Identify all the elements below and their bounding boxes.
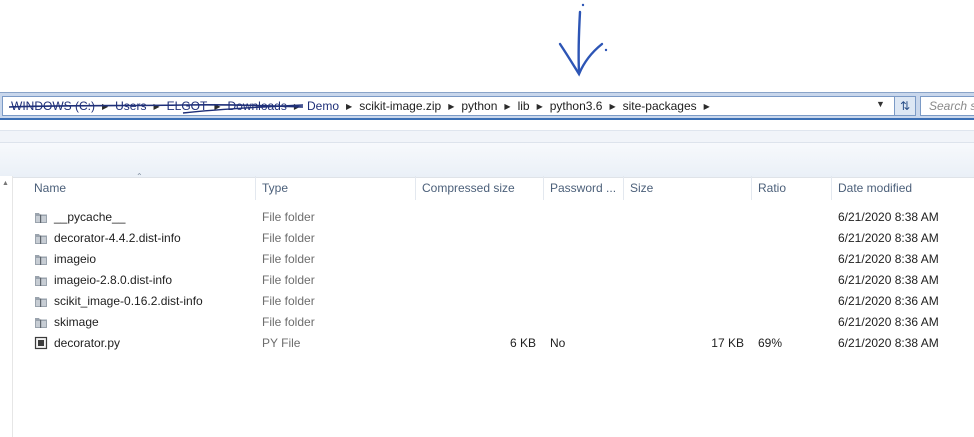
file-date-modified: 6/21/2020 8:38 AM (838, 336, 939, 350)
file-ratio: 69% (758, 336, 783, 350)
file-size (628, 228, 744, 249)
file-row[interactable]: decorator-4.4.2.dist-info File folder 6/… (14, 228, 974, 249)
search-input[interactable]: Search s (920, 96, 974, 116)
file-list: ▲ Name ⌃ Type Compressed size Password .… (0, 172, 974, 437)
file-name: skimage (54, 315, 99, 329)
file-row[interactable]: imageio File folder 6/21/2020 8:38 AM (14, 249, 974, 270)
file-type: File folder (262, 231, 315, 245)
folder-icon (35, 213, 47, 223)
file-date-modified: 6/21/2020 8:38 AM (838, 210, 939, 224)
breadcrumb-separator-icon[interactable]: ▶ (214, 102, 220, 111)
file-date-modified: 6/21/2020 8:36 AM (838, 294, 939, 308)
file-name: scikit_image-0.16.2.dist-info (54, 294, 203, 308)
file-type: PY File (262, 336, 301, 350)
file-name: imageio (54, 252, 97, 266)
column-header-row: Name ⌃ Type Compressed size Password ...… (14, 172, 974, 200)
breadcrumb-drive[interactable]: WINDOWS (C:) (11, 99, 95, 113)
breadcrumb-separator-icon[interactable]: ▶ (609, 102, 615, 111)
breadcrumb-separator-icon[interactable]: ▶ (346, 102, 352, 111)
file-size (628, 207, 744, 228)
file-date-modified: 6/21/2020 8:36 AM (838, 315, 939, 329)
column-header-compressed-size[interactable]: Compressed size (416, 176, 544, 200)
navigation-pane-edge: ▲ (0, 176, 13, 437)
breadcrumb-separator-icon[interactable]: ▶ (153, 102, 159, 111)
file-size (628, 291, 744, 312)
file-compressed-size: 6 KB (509, 336, 536, 350)
file-size: 17 KB (711, 336, 744, 350)
file-compressed-size (420, 207, 536, 228)
file-row[interactable]: skimage File folder 6/21/2020 8:36 AM (14, 312, 974, 333)
breadcrumb-python-version[interactable]: python3.6 (550, 99, 603, 113)
breadcrumb-lib[interactable]: lib (518, 99, 530, 113)
file-date-modified: 6/21/2020 8:38 AM (838, 231, 939, 245)
breadcrumb-user-folder[interactable]: ELGOT (167, 99, 208, 113)
folder-icon (35, 318, 47, 328)
folder-icon (35, 234, 47, 244)
column-header-size[interactable]: Size (624, 176, 752, 200)
file-row[interactable]: __pycache__ File folder 6/21/2020 8:38 A… (14, 207, 974, 228)
address-bar: WINDOWS (C:) ▶ Users ▶ ELGOT ▶ Downloads… (0, 92, 974, 120)
file-compressed-size (420, 228, 536, 249)
scroll-up-icon[interactable]: ▲ (2, 180, 9, 187)
column-header-ratio[interactable]: Ratio (752, 176, 832, 200)
breadcrumb-users[interactable]: Users (115, 99, 146, 113)
breadcrumb-site-packages[interactable]: site-packages (623, 99, 697, 113)
sort-ascending-icon: ⌃ (136, 172, 143, 181)
breadcrumb-downloads[interactable]: Downloads (227, 99, 286, 113)
breadcrumb-demo[interactable]: Demo (307, 99, 339, 113)
python-file-icon (34, 336, 48, 350)
annotation-arrow (558, 3, 608, 77)
column-header-password[interactable]: Password ... (544, 176, 624, 200)
file-compressed-size (420, 291, 536, 312)
file-type: File folder (262, 210, 315, 224)
breadcrumb-separator-icon[interactable]: ▶ (448, 102, 454, 111)
file-compressed-size (420, 249, 536, 270)
file-size (628, 249, 744, 270)
file-compressed-size (420, 270, 536, 291)
file-type: File folder (262, 315, 315, 329)
file-size (628, 312, 744, 333)
breadcrumb-python[interactable]: python (461, 99, 497, 113)
file-type: File folder (262, 252, 315, 266)
breadcrumb-separator-icon[interactable]: ▶ (537, 102, 543, 111)
folder-icon (35, 297, 47, 307)
folder-icon (35, 255, 47, 265)
breadcrumb-zip[interactable]: scikit-image.zip (359, 99, 441, 113)
file-type: File folder (262, 273, 315, 287)
breadcrumb[interactable]: WINDOWS (C:) ▶ Users ▶ ELGOT ▶ Downloads… (2, 96, 914, 116)
file-name: decorator-4.4.2.dist-info (54, 231, 181, 245)
file-size (628, 270, 744, 291)
file-row[interactable]: decorator.py PY File 6 KB No 17 KB 69% 6… (14, 333, 974, 354)
file-type: File folder (262, 294, 315, 308)
file-name: imageio-2.8.0.dist-info (54, 273, 173, 287)
file-compressed-size (420, 312, 536, 333)
file-name: decorator.py (54, 336, 121, 350)
toolbar (0, 142, 974, 178)
column-header-date-modified[interactable]: Date modified (832, 176, 974, 200)
breadcrumb-separator-icon[interactable]: ▶ (102, 102, 108, 111)
refresh-icon: ⇅ (899, 99, 911, 113)
breadcrumb-separator-icon[interactable]: ▶ (294, 102, 300, 111)
file-name: __pycache__ (54, 210, 126, 224)
file-date-modified: 6/21/2020 8:38 AM (838, 273, 939, 287)
breadcrumb-separator-icon[interactable]: ▶ (504, 102, 510, 111)
file-date-modified: 6/21/2020 8:38 AM (838, 252, 939, 266)
file-row[interactable]: scikit_image-0.16.2.dist-info File folde… (14, 291, 974, 312)
file-password: No (550, 336, 566, 350)
address-dropdown-icon[interactable]: ▼ (876, 99, 885, 109)
file-row[interactable]: imageio-2.8.0.dist-info File folder 6/21… (14, 270, 974, 291)
folder-icon (35, 276, 47, 286)
breadcrumb-separator-icon[interactable]: ▶ (704, 102, 710, 111)
refresh-button[interactable]: ⇅ (894, 96, 916, 116)
column-header-type[interactable]: Type (256, 176, 416, 200)
